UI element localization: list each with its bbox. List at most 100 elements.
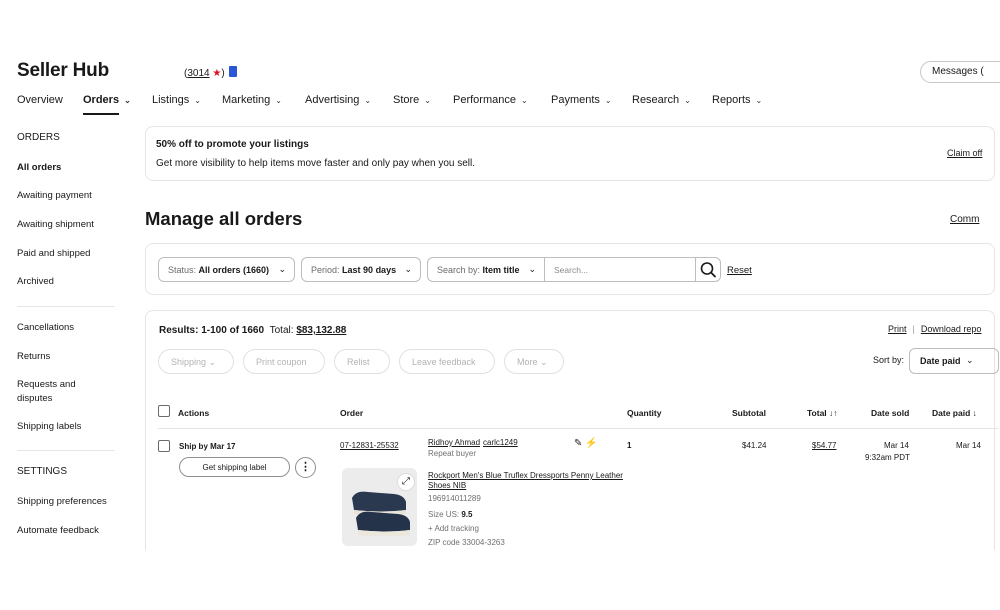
row-more-button[interactable]: ⋮: [295, 457, 316, 478]
relist-button[interactable]: Relist: [334, 349, 390, 374]
nav-overview[interactable]: Overview: [17, 94, 63, 106]
sidebar-item-cancellations[interactable]: Cancellations: [17, 322, 74, 333]
sidebar-divider: [17, 450, 115, 451]
select-all-checkbox[interactable]: [158, 405, 170, 417]
search-button[interactable]: [695, 257, 721, 282]
search-input[interactable]: Search...: [544, 257, 696, 282]
col-actions: Actions: [178, 408, 210, 418]
chevron-down-icon: ⌄: [208, 357, 217, 367]
table-header-divider: [158, 428, 998, 429]
claim-offer-link[interactable]: Claim off: [947, 148, 982, 158]
col-date-paid[interactable]: Date paid ↓: [932, 408, 977, 418]
results-count: Results: 1-100 of 1660 Total: $83,132.88: [159, 325, 346, 336]
active-tab-indicator: [83, 113, 119, 115]
sidebar-heading-settings: SETTINGS: [17, 466, 68, 477]
nav-label: Orders: [83, 94, 120, 106]
size-value: 9.5: [461, 510, 473, 519]
page-title: Seller Hub: [17, 60, 109, 81]
more-actions-button[interactable]: More ⌄: [504, 349, 564, 374]
order-number-link[interactable]: 07-12831-25532: [340, 441, 399, 450]
chevron-down-icon: ⌄: [966, 355, 974, 365]
more-vertical-icon: ⋮: [300, 461, 311, 473]
feedback-score-value[interactable]: 3014: [187, 68, 209, 79]
nav-research[interactable]: Research ⌄: [632, 94, 691, 106]
chevron-down-icon: ⌄: [194, 96, 201, 105]
nav-marketing[interactable]: Marketing ⌄: [222, 94, 282, 106]
leave-feedback-button[interactable]: Leave feedback: [399, 349, 495, 374]
sidebar-item-paid-and-shipped[interactable]: Paid and shipped: [17, 248, 90, 259]
row-checkbox[interactable]: [158, 440, 170, 452]
col-subtotal: Subtotal: [732, 408, 766, 418]
nav-label: Marketing: [222, 94, 271, 106]
chevron-down-icon: ⌄: [604, 96, 612, 105]
search-by-select[interactable]: Search by: Item title ⌄: [427, 257, 545, 282]
note-icon[interactable]: ✎: [574, 438, 582, 449]
search-by-label: Search by:: [437, 265, 481, 275]
col-quantity: Quantity: [627, 408, 662, 418]
promo-title: 50% off to promote your listings: [156, 139, 309, 150]
add-tracking-link[interactable]: + Add tracking: [428, 524, 479, 533]
sidebar-item-requests-and-disputes[interactable]: Requests and disputes: [17, 379, 76, 404]
sidebar-item-all-orders[interactable]: All orders: [17, 162, 61, 173]
star-icon: ★: [212, 68, 222, 79]
item-title-link[interactable]: Rockport Men's Blue Truflex Dressports P…: [428, 471, 623, 480]
item-variation: Size US: 9.5: [428, 510, 472, 519]
reset-link[interactable]: Reset: [727, 265, 752, 276]
item-title-link-line2[interactable]: Shoes NIB: [428, 481, 466, 490]
status-select[interactable]: Status: All orders (1660) ⌄: [158, 257, 295, 282]
page: Seller Hub (3014 ★) Messages ( Overview …: [0, 0, 1000, 610]
feedback-score[interactable]: (3014 ★): [184, 66, 238, 79]
filter-bar: Status: All orders (1660) ⌄ Period: Last…: [145, 243, 995, 295]
download-report-link[interactable]: Download repo: [921, 324, 982, 334]
period-select[interactable]: Period: Last 90 days ⌄: [301, 257, 421, 282]
nav-performance[interactable]: Performance ⌄: [453, 94, 528, 106]
sidebar-item-shipping-labels[interactable]: Shipping labels: [17, 421, 81, 432]
search-icon: [700, 262, 716, 278]
print-link[interactable]: Print: [888, 324, 907, 334]
sidebar-item-label: disputes: [17, 393, 53, 404]
buyer-name-link[interactable]: Ridhoy Ahmad: [428, 438, 480, 447]
get-shipping-label-button[interactable]: Get shipping label: [179, 457, 290, 477]
chevron-down-icon: ⌄: [755, 96, 763, 105]
sidebar-item-awaiting-shipment[interactable]: Awaiting shipment: [17, 219, 94, 230]
nav-store[interactable]: Store ⌄: [393, 94, 431, 106]
sort-by-label: Sort by:: [873, 355, 905, 365]
sidebar-heading-orders: ORDERS: [17, 132, 60, 143]
row-quantity: 1: [627, 441, 632, 450]
link-separator: |: [912, 324, 915, 334]
buyer-id-link[interactable]: carlc1249: [483, 438, 518, 447]
chevron-down-icon: ⌄: [404, 264, 412, 274]
sidebar-divider: [17, 306, 115, 307]
row-total-link[interactable]: $54.77: [812, 441, 836, 450]
nav-listings[interactable]: Listings ⌄: [152, 94, 201, 106]
nav-label: Store: [393, 94, 420, 106]
results-links: Print | Download repo: [888, 324, 981, 334]
sidebar-item-returns[interactable]: Returns: [17, 351, 50, 362]
sidebar-item-archived[interactable]: Archived: [17, 276, 54, 287]
comm-link[interactable]: Comm: [950, 214, 979, 225]
sidebar-item-shipping-preferences[interactable]: Shipping preferences: [17, 496, 107, 507]
sort-value: Date paid: [920, 356, 961, 366]
nav-payments[interactable]: Payments ⌄: [551, 94, 612, 106]
nav-reports[interactable]: Reports ⌄: [712, 94, 762, 106]
print-coupon-button[interactable]: Print coupon: [243, 349, 325, 374]
col-total[interactable]: Total ↓↑: [807, 408, 838, 418]
period-value: Last 90 days: [342, 265, 397, 275]
messages-button[interactable]: Messages (: [920, 61, 1000, 83]
sidebar-item-automate-feedback[interactable]: Automate feedback: [17, 525, 99, 536]
promo-text: Get more visibility to help items move f…: [156, 158, 476, 169]
nav-advertising[interactable]: Advertising ⌄: [305, 94, 371, 106]
col-order: Order: [340, 408, 364, 418]
expand-image-icon[interactable]: ⤢: [397, 473, 415, 491]
sort-select[interactable]: Date paid ⌄: [909, 348, 999, 374]
chevron-down-icon: ⌄: [364, 96, 372, 105]
nav-label: Reports: [712, 94, 751, 106]
status-label: Status:: [168, 265, 197, 275]
more-actions-label: More: [517, 357, 538, 367]
sidebar-item-awaiting-payment[interactable]: Awaiting payment: [17, 190, 92, 201]
row-date-paid: Mar 14: [956, 441, 981, 450]
results-panel: Results: 1-100 of 1660 Total: $83,132.88…: [145, 310, 999, 550]
sidebar-item-label: Requests and: [17, 379, 76, 390]
nav-orders[interactable]: Orders ⌄: [83, 94, 131, 106]
shipping-action-button[interactable]: Shipping ⌄: [158, 349, 234, 374]
